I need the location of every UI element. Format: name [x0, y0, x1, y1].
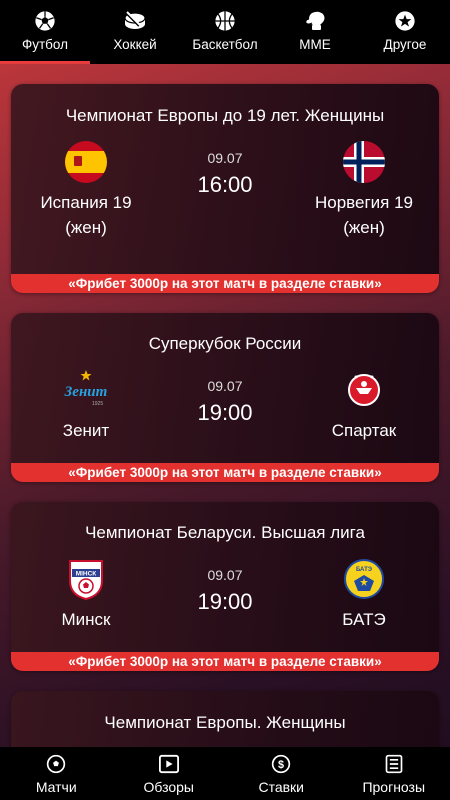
- tournament-title: Чемпионат Европы до 19 лет. Женщины: [65, 106, 385, 125]
- nav-reviews[interactable]: Обзоры: [113, 747, 226, 800]
- away-team-name: Норвегия 19: [314, 193, 413, 212]
- tab-label: Баскетбол: [192, 37, 258, 52]
- tab-label: MME: [299, 37, 331, 52]
- home-team-name: Испания 19: [40, 193, 132, 212]
- match-card[interactable]: Чемпионат Европы до 19 лет. Женщины Испа…: [11, 84, 439, 293]
- tab-label: Футбол: [21, 37, 69, 52]
- away-team-sub: (жен): [343, 218, 385, 237]
- match-time-block: 09.07 19:00: [165, 557, 285, 615]
- match-time: 16:00: [197, 172, 253, 197]
- soccer-ball-icon: [33, 9, 57, 33]
- tournament-title: Чемпионат Беларуси. Высшая лига: [85, 523, 365, 542]
- away-team-name: Спартак: [331, 421, 397, 440]
- freebet-banner[interactable]: «Фрибет 3000р на этот матч в разделе ста…: [11, 274, 439, 293]
- freebet-banner[interactable]: «Фрибет 3000р на этот матч в разделе ста…: [11, 652, 439, 671]
- svg-text:$: $: [278, 759, 284, 771]
- home-team-sub: (жен): [65, 218, 107, 237]
- away-team: БАТЭ БАТЭ: [289, 557, 439, 632]
- nav-label: Ставки: [258, 779, 305, 795]
- match-time: 19:00: [197, 400, 253, 425]
- minsk-logo-icon: МІНСК: [64, 557, 108, 601]
- home-team: МІНСК Минск: [11, 557, 161, 632]
- tab-label: Другое: [383, 37, 427, 52]
- tab-label: Хоккей: [113, 37, 157, 52]
- spain-flag-icon: [64, 140, 108, 184]
- star-icon: [393, 9, 417, 33]
- nav-label: Прогнозы: [362, 779, 426, 795]
- norway-flag-icon: [342, 140, 386, 184]
- bate-logo-icon: БАТЭ: [342, 557, 386, 601]
- nav-bets[interactable]: $ Ставки: [225, 747, 338, 800]
- tab-other[interactable]: Другое: [360, 0, 450, 64]
- nav-label: Матчи: [35, 779, 77, 795]
- match-card[interactable]: Суперкубок России Зенит 1925 Зенит 09.07 …: [11, 313, 439, 482]
- home-team-name: Зенит: [62, 421, 110, 440]
- match-date: 09.07: [207, 378, 243, 394]
- play-video-icon: [158, 753, 180, 775]
- away-team-name: БАТЭ: [342, 610, 386, 629]
- boxing-glove-icon: [303, 9, 327, 33]
- match-time-block: 09.07 16:00: [165, 140, 285, 198]
- basketball-icon: [213, 9, 237, 33]
- svg-text:МІНСК: МІНСК: [76, 571, 97, 578]
- freebet-banner[interactable]: «Фрибет 3000р на этот матч в разделе ста…: [11, 463, 439, 482]
- away-team: Норвегия 19 (жен): [289, 140, 439, 240]
- sport-tabs: Футбол Хоккей Баскетбол MME Другое: [0, 0, 450, 64]
- match-card[interactable]: Чемпионат Европы. Женщины: [11, 691, 439, 747]
- zenit-logo-icon: Зенит 1925: [64, 368, 108, 412]
- match-date: 09.07: [207, 567, 243, 583]
- hockey-puck-icon: [123, 9, 147, 33]
- list-icon: [383, 753, 405, 775]
- nav-forecasts[interactable]: Прогнозы: [338, 747, 450, 800]
- away-team: Спартак: [289, 368, 439, 443]
- spartak-logo-icon: [342, 368, 386, 412]
- match-time-block: 09.07 19:00: [165, 368, 285, 426]
- bottom-navigation: Матчи Обзоры $ Ставки Прогнозы: [0, 747, 450, 800]
- soccer-ball-icon: [45, 753, 67, 775]
- home-team: Испания 19 (жен): [11, 140, 161, 240]
- match-time: 19:00: [197, 589, 253, 614]
- svg-text:БАТЭ: БАТЭ: [356, 567, 373, 573]
- tournament-title: Суперкубок России: [148, 334, 302, 353]
- svg-text:Зенит: Зенит: [64, 384, 107, 400]
- home-team-name: Минск: [61, 610, 111, 629]
- nav-matches[interactable]: Матчи: [0, 747, 113, 800]
- match-list: Чемпионат Европы до 19 лет. Женщины Испа…: [0, 64, 450, 747]
- tab-hockey[interactable]: Хоккей: [90, 0, 180, 64]
- home-team: Зенит 1925 Зенит: [11, 368, 161, 443]
- match-date: 09.07: [207, 150, 243, 166]
- match-card[interactable]: Чемпионат Беларуси. Высшая лига МІНСК Ми…: [11, 502, 439, 671]
- tab-mme[interactable]: MME: [270, 0, 360, 64]
- tournament-title: Чемпионат Европы. Женщины: [104, 713, 346, 732]
- svg-text:1925: 1925: [92, 401, 103, 407]
- nav-label: Обзоры: [143, 779, 195, 795]
- tab-basketball[interactable]: Баскетбол: [180, 0, 270, 64]
- dollar-coin-icon: $: [270, 753, 292, 775]
- tab-football[interactable]: Футбол: [0, 0, 90, 64]
